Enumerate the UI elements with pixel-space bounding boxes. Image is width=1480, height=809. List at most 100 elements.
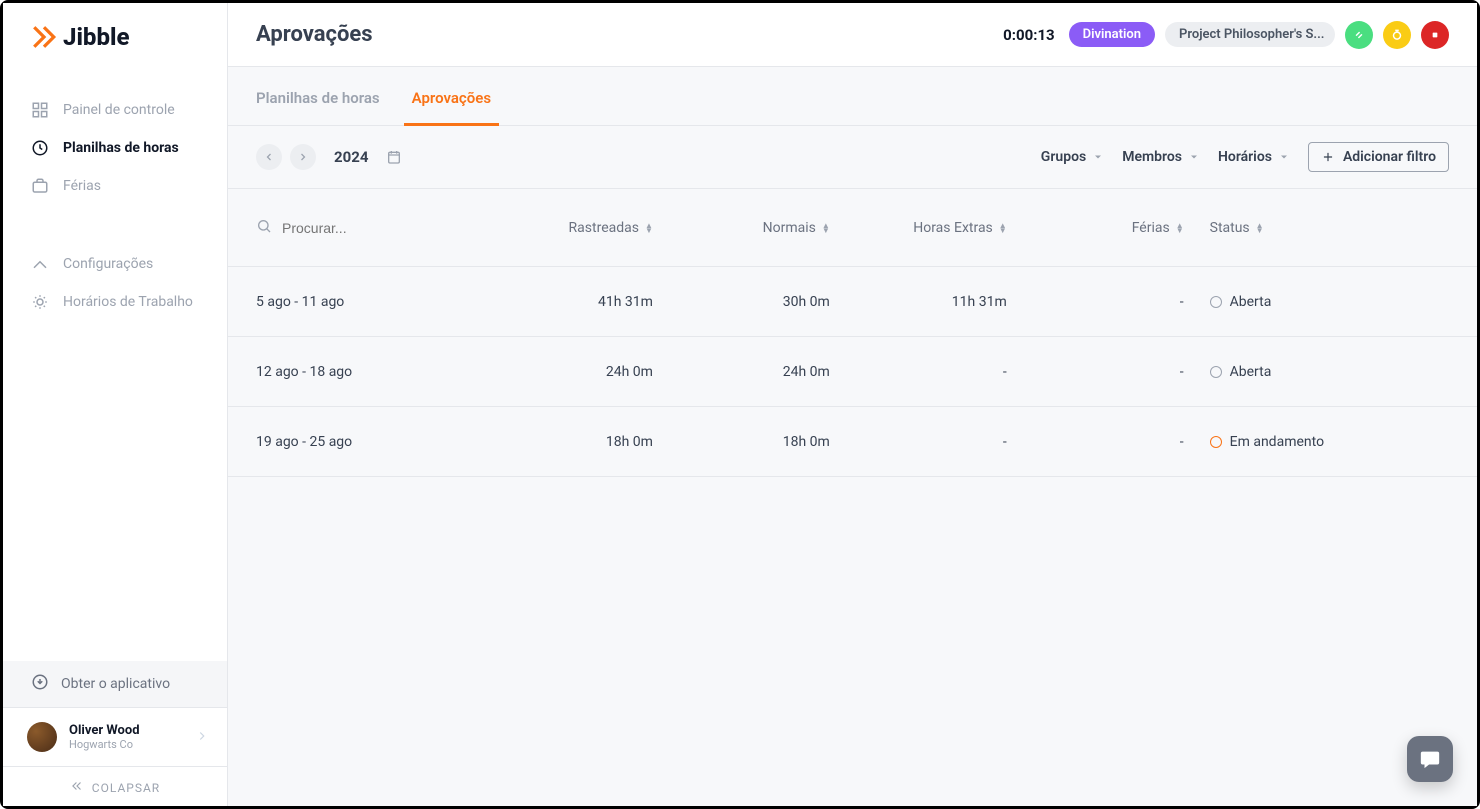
cell-overtime: -	[830, 434, 1007, 450]
caret-down-icon	[1278, 151, 1290, 163]
user-org: Hogwarts Co	[69, 738, 183, 751]
cell-normal: 24h 0m	[653, 364, 830, 380]
table-body: 5 ago - 11 ago41h 31m30h 0m11h 31m-Abert…	[228, 267, 1477, 477]
status-dot-icon	[1210, 366, 1222, 378]
th-vacation-label: Férias	[1132, 220, 1170, 236]
status-label: Aberta	[1230, 364, 1272, 380]
th-vacation[interactable]: Férias ▲▼	[1007, 220, 1184, 236]
briefcase-icon	[31, 177, 49, 195]
project-pill[interactable]: Project Philosopher's S...	[1165, 22, 1335, 47]
settings-icon	[31, 255, 49, 273]
sidebar-item-settings[interactable]: Configurações	[3, 245, 227, 283]
brand-icon	[31, 24, 57, 50]
header-action-yellow[interactable]	[1383, 21, 1411, 49]
cell-tracked: 18h 0m	[476, 434, 653, 450]
caret-down-icon	[1092, 151, 1104, 163]
tabs-bar: Planilhas de horas Aprovações	[228, 67, 1477, 126]
sidebar-item-label: Planilhas de horas	[63, 140, 179, 156]
cell-normal: 18h 0m	[653, 434, 830, 450]
plus-icon	[1321, 150, 1335, 164]
chevron-double-left-icon	[70, 779, 84, 796]
sidebar-item-timesheets[interactable]: Planilhas de horas	[3, 129, 227, 167]
sort-icon: ▲▼	[1256, 223, 1264, 233]
cell-status: Em andamento	[1184, 434, 1449, 450]
cell-period: 12 ago - 18 ago	[256, 364, 476, 380]
prev-period-button[interactable]	[256, 144, 282, 170]
sidebar-item-label: Horários de Trabalho	[63, 294, 193, 310]
collapse-label: COLAPSAR	[92, 781, 160, 795]
th-overtime-label: Horas Extras	[913, 220, 993, 236]
sidebar-item-label: Férias	[63, 178, 101, 194]
cell-normal: 30h 0m	[653, 294, 830, 310]
add-filter-button[interactable]: Adicionar filtro	[1308, 142, 1449, 172]
cell-status: Aberta	[1184, 294, 1449, 310]
tab-timesheets[interactable]: Planilhas de horas	[256, 67, 380, 125]
cell-vacation: -	[1007, 434, 1184, 450]
dashboard-icon	[31, 101, 49, 119]
get-app-button[interactable]: Obter o aplicativo	[3, 661, 227, 707]
filter-bar: 2024 Grupos Membros Horários	[228, 126, 1477, 189]
cell-tracked: 41h 31m	[476, 294, 653, 310]
download-icon	[31, 673, 49, 695]
brand-name: Jibble	[63, 23, 129, 51]
cell-period: 19 ago - 25 ago	[256, 434, 476, 450]
get-app-label: Obter o aplicativo	[61, 676, 170, 692]
brand-logo[interactable]: Jibble	[3, 3, 227, 71]
status-dot-icon	[1210, 436, 1222, 448]
tab-approvals[interactable]: Aprovações	[412, 67, 491, 125]
cell-period: 5 ago - 11 ago	[256, 294, 476, 310]
sidebar-item-vacation[interactable]: Férias	[3, 167, 227, 205]
sidebar: Jibble Painel de controle Planilhas de h…	[3, 3, 228, 806]
cell-vacation: -	[1007, 294, 1184, 310]
filter-groups[interactable]: Grupos	[1041, 149, 1104, 165]
th-normal[interactable]: Normais ▲▼	[653, 220, 830, 236]
main-content: Aprovações 0:00:13 Divination Project Ph…	[228, 3, 1477, 806]
table-row[interactable]: 5 ago - 11 ago41h 31m30h 0m11h 31m- Abert…	[228, 267, 1477, 337]
th-status[interactable]: Status ▲▼	[1184, 220, 1449, 236]
avatar	[27, 722, 57, 752]
chat-support-button[interactable]	[1407, 736, 1453, 782]
search-input[interactable]	[282, 220, 432, 236]
add-filter-label: Adicionar filtro	[1343, 149, 1436, 165]
filter-members-label: Membros	[1122, 149, 1182, 165]
filter-schedules-label: Horários	[1218, 149, 1272, 165]
collapse-sidebar-button[interactable]: COLAPSAR	[3, 766, 227, 806]
cell-overtime: 11h 31m	[830, 294, 1007, 310]
page-title: Aprovações	[256, 22, 373, 47]
table-row[interactable]: 19 ago - 25 ago18h 0m18h 0m--Em andament…	[228, 407, 1477, 477]
filter-members[interactable]: Membros	[1122, 149, 1200, 165]
th-tracked-label: Rastreadas	[569, 220, 639, 236]
sidebar-item-dashboard[interactable]: Painel de controle	[3, 91, 227, 129]
calendar-icon[interactable]	[386, 149, 402, 165]
th-normal-label: Normais	[763, 220, 816, 236]
cell-overtime: -	[830, 364, 1007, 380]
sidebar-item-label: Painel de controle	[63, 102, 175, 118]
search-icon	[256, 218, 272, 238]
sidebar-item-work-schedules[interactable]: Horários de Trabalho	[3, 283, 227, 321]
filter-groups-label: Grupos	[1041, 149, 1086, 165]
caret-down-icon	[1188, 151, 1200, 163]
table-row[interactable]: 12 ago - 18 ago24h 0m24h 0m--Aberta	[228, 337, 1477, 407]
primary-nav: Painel de controle Planilhas de horas Fé…	[3, 71, 227, 321]
activity-pill[interactable]: Divination	[1069, 22, 1155, 47]
schedule-icon	[31, 293, 49, 311]
th-status-label: Status	[1210, 220, 1250, 236]
timer-display: 0:00:13	[1003, 26, 1054, 44]
th-tracked[interactable]: Rastreadas ▲▼	[476, 220, 653, 236]
table-header-row: Rastreadas ▲▼ Normais ▲▼ Horas Extras ▲▼…	[228, 189, 1477, 267]
sort-icon: ▲▼	[1176, 223, 1184, 233]
cell-vacation: -	[1007, 364, 1184, 380]
filter-schedules[interactable]: Horários	[1218, 149, 1290, 165]
th-overtime[interactable]: Horas Extras ▲▼	[830, 220, 1007, 236]
clock-icon	[31, 139, 49, 157]
user-menu[interactable]: Oliver Wood Hogwarts Co	[3, 707, 227, 766]
status-label: Aberta	[1230, 294, 1272, 310]
chevron-right-icon	[195, 728, 209, 747]
status-label: Em andamento	[1230, 434, 1324, 450]
status-dot-icon	[1210, 296, 1222, 308]
header: Aprovações 0:00:13 Divination Project Ph…	[228, 3, 1477, 67]
stop-button[interactable]	[1421, 21, 1449, 49]
next-period-button[interactable]	[290, 144, 316, 170]
user-name: Oliver Wood	[69, 723, 183, 738]
header-action-green[interactable]	[1345, 21, 1373, 49]
